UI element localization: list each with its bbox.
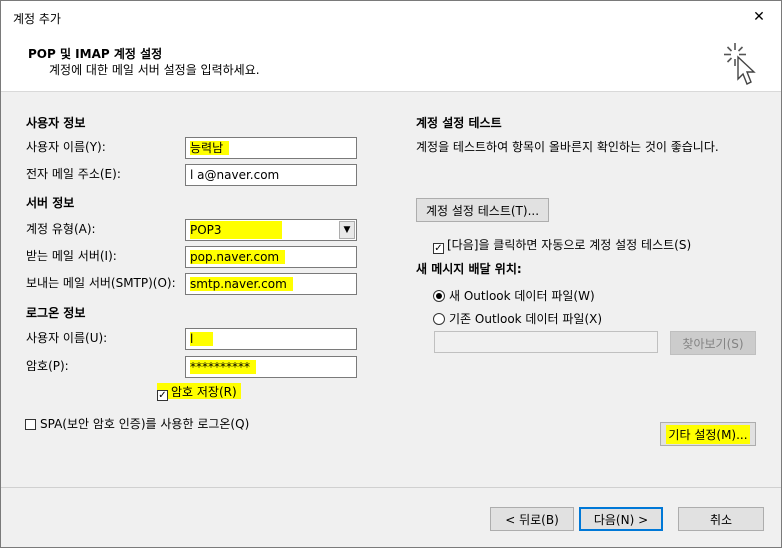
user-name-value: 능력남 bbox=[190, 141, 230, 155]
next-button[interactable]: 다음(N) > bbox=[579, 507, 663, 531]
password-value: ********** bbox=[190, 360, 256, 374]
auto-test-label: [다음]을 클릭하면 자동으로 계정 설정 테스트(S) bbox=[447, 238, 692, 252]
email-input[interactable]: l a@naver.com bbox=[185, 164, 357, 186]
browse-button[interactable]: 찾아보기(S) bbox=[670, 331, 756, 355]
password-label: 암호(P): bbox=[26, 359, 69, 373]
save-password-check-icon: ✓ bbox=[157, 390, 168, 401]
chevron-down-icon[interactable]: ▼ bbox=[339, 221, 355, 239]
header-title: POP 및 IMAP 계정 설정 bbox=[28, 47, 163, 61]
header-subtitle: 계정에 대한 메일 서버 설정을 입력하세요. bbox=[49, 63, 260, 77]
logon-user-label: 사용자 이름(U): bbox=[26, 331, 108, 345]
account-type-label: 계정 유형(A): bbox=[26, 222, 96, 236]
footer-divider bbox=[1, 487, 781, 488]
cursor-sparkle-icon bbox=[724, 43, 756, 85]
new-data-file-radio[interactable]: 새 Outlook 데이터 파일(W) bbox=[433, 287, 595, 304]
close-icon[interactable]: ✕ bbox=[737, 1, 781, 33]
user-info-section-title: 사용자 정보 bbox=[26, 116, 86, 130]
email-label: 전자 메일 주소(E): bbox=[26, 167, 121, 181]
test-description: 계정을 테스트하여 항목이 올바른지 확인하는 것이 좋습니다. bbox=[416, 140, 719, 154]
logon-user-input[interactable]: l bbox=[185, 328, 357, 350]
auto-test-check-icon: ✓ bbox=[433, 243, 444, 254]
incoming-server-input[interactable]: pop.naver.com bbox=[185, 246, 357, 268]
save-password-label: 암호 저장(R) bbox=[171, 385, 237, 399]
new-data-file-label: 새 Outlook 데이터 파일(W) bbox=[449, 289, 595, 303]
existing-data-file-input[interactable] bbox=[434, 331, 658, 353]
test-account-button[interactable]: 계정 설정 테스트(T)... bbox=[416, 198, 549, 222]
auto-test-checkbox[interactable]: ✓ [다음]을 클릭하면 자동으로 계정 설정 테스트(S) bbox=[433, 236, 692, 254]
more-settings-button[interactable]: 기타 설정(M)... bbox=[660, 422, 756, 446]
existing-data-file-label: 기존 Outlook 데이터 파일(X) bbox=[449, 312, 603, 326]
incoming-server-label: 받는 메일 서버(I): bbox=[26, 249, 117, 263]
outgoing-server-label: 보내는 메일 서버(SMTP)(O): bbox=[26, 276, 176, 290]
window-title: 계정 추가 bbox=[13, 12, 61, 26]
test-section-title: 계정 설정 테스트 bbox=[416, 116, 502, 130]
back-button[interactable]: < 뒤로(B) bbox=[490, 507, 574, 531]
more-settings-label: 기타 설정(M)... bbox=[666, 424, 750, 444]
incoming-server-value: pop.naver.com bbox=[190, 250, 286, 264]
password-input[interactable]: ********** bbox=[185, 356, 357, 378]
spa-label: SPA(보안 암호 인증)를 사용한 로그온(Q) bbox=[40, 417, 250, 431]
outgoing-server-value: smtp.naver.com bbox=[190, 277, 293, 291]
server-info-section-title: 서버 정보 bbox=[26, 196, 75, 210]
account-type-value: POP3 bbox=[190, 221, 282, 239]
logon-user-value: l bbox=[190, 332, 214, 346]
save-password-checkbox[interactable]: ✓ 암호 저장(R) bbox=[157, 383, 241, 401]
radio-selected-icon bbox=[433, 290, 445, 302]
title-bar: 계정 추가 ✕ bbox=[1, 1, 781, 33]
existing-data-file-radio[interactable]: 기존 Outlook 데이터 파일(X) bbox=[433, 310, 602, 327]
cancel-button[interactable]: 취소 bbox=[678, 507, 764, 531]
radio-unselected-icon bbox=[433, 313, 445, 325]
user-name-label: 사용자 이름(Y): bbox=[26, 140, 106, 154]
account-type-select[interactable]: POP3 ▼ bbox=[185, 219, 357, 241]
spa-checkbox[interactable]: SPA(보안 암호 인증)를 사용한 로그온(Q) bbox=[25, 415, 249, 432]
user-name-input[interactable]: 능력남 bbox=[185, 137, 357, 159]
logon-info-section-title: 로그온 정보 bbox=[26, 306, 86, 320]
dialog-header: POP 및 IMAP 계정 설정 계정에 대한 메일 서버 설정을 입력하세요. bbox=[1, 33, 781, 92]
spa-check-box bbox=[25, 419, 36, 430]
delivery-section-title: 새 메시지 배달 위치: bbox=[416, 262, 522, 276]
email-value: l a@naver.com bbox=[190, 168, 280, 182]
outgoing-server-input[interactable]: smtp.naver.com bbox=[185, 273, 357, 295]
account-add-dialog: 계정 추가 ✕ POP 및 IMAP 계정 설정 계정에 대한 메일 서버 설정… bbox=[0, 0, 782, 548]
